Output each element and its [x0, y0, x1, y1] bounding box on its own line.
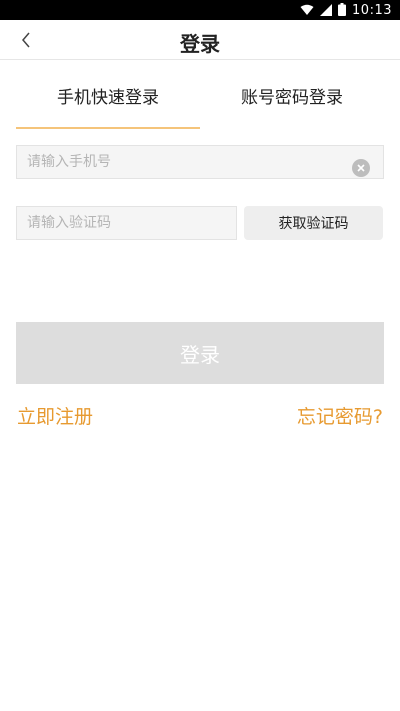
- verification-code-input[interactable]: [16, 206, 237, 240]
- status-indicators: 10:13: [300, 0, 392, 20]
- forgot-password-link[interactable]: 忘记密码?: [297, 402, 383, 429]
- get-code-button[interactable]: 获取验证码: [244, 206, 383, 240]
- page-title: 登录: [180, 32, 220, 56]
- active-tab-indicator: [16, 127, 200, 129]
- battery-icon: [338, 1, 347, 20]
- status-bar: 10:13: [0, 0, 400, 20]
- tab-phone-login[interactable]: 手机快速登录: [16, 60, 200, 130]
- signal-icon: [320, 1, 333, 20]
- wifi-icon: [300, 1, 314, 20]
- login-button[interactable]: 登录: [16, 322, 384, 384]
- register-link[interactable]: 立即注册: [17, 402, 93, 429]
- status-time: 10:13: [352, 2, 392, 18]
- close-icon: [357, 164, 365, 172]
- login-tabs: 手机快速登录 账号密码登录: [0, 60, 400, 130]
- phone-input[interactable]: [16, 145, 384, 179]
- header: 登录: [0, 20, 400, 60]
- tab-account-login[interactable]: 账号密码登录: [200, 60, 384, 130]
- clear-phone-button[interactable]: [352, 159, 370, 177]
